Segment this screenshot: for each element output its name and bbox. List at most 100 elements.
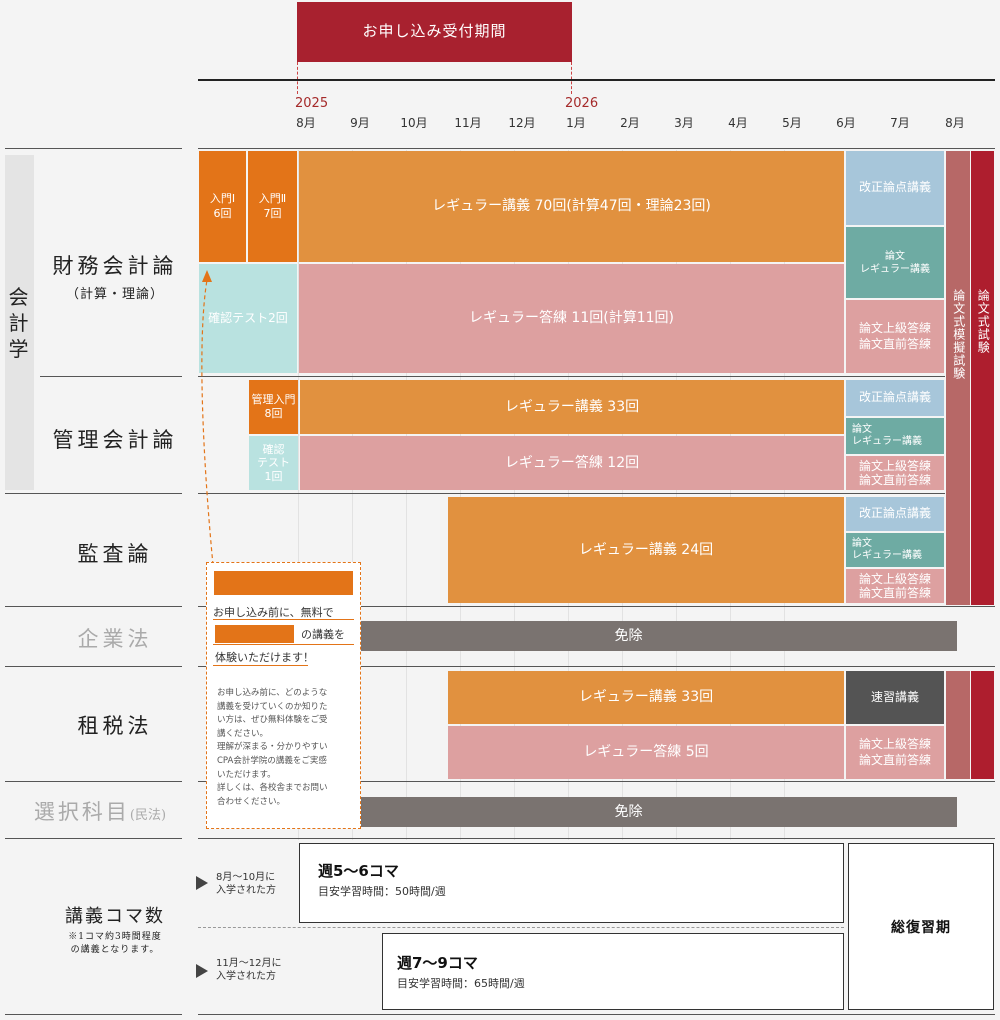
corp-exempt-bar: 免除	[300, 621, 957, 651]
subject-audit: 監査論	[77, 542, 153, 566]
fin-intro2-block: 入門Ⅱ 7回	[248, 151, 297, 262]
row-divider	[198, 148, 995, 149]
group1-period-line2: 入学された方	[216, 885, 276, 896]
fin-essay-adv-line2: 論文直前答練	[858, 336, 931, 351]
fin-intro2-line1: 入門Ⅱ	[258, 192, 287, 206]
row-divider	[5, 606, 182, 607]
review-period-box: 総復習期	[848, 843, 994, 1010]
row-divider	[198, 1014, 995, 1015]
month-label: 12月	[508, 116, 536, 130]
group2-title: 週7〜9コマ	[397, 954, 478, 972]
audit-revision-label: 改正論点講義	[858, 506, 931, 521]
mgmt-essay-reg-block: 論文 レギュラー講義	[846, 418, 944, 454]
group1-hours: 目安学習時間：50時間/週	[318, 885, 446, 898]
tax-speed-label: 速習講義	[870, 689, 919, 704]
period-marker-left	[297, 62, 298, 94]
popup-divider	[213, 644, 354, 645]
elective-exempt-bar: 免除	[300, 797, 957, 827]
audit-essay-adv-line2: 論文直前答練	[858, 586, 931, 600]
popup-body-line: 理解が深まる・分かりやすい	[217, 742, 328, 753]
month-label: 2月	[620, 116, 640, 130]
free-trial-popup: お申し込み前に、無料で の講義を 体験いただけます！ お申し込み前に、どのような…	[206, 562, 361, 829]
subject-corporate: 企業法	[77, 627, 153, 651]
row-divider	[5, 493, 182, 494]
popup-body-line: いただけます。	[217, 769, 276, 780]
audit-lecture-label: レギュラー講義 24回	[578, 541, 714, 558]
subject-elective-sub: (民法)	[129, 808, 167, 823]
audit-essay-reg-line1: 論文	[852, 538, 872, 549]
group1-arrow-icon	[196, 876, 208, 890]
month-label: 3月	[674, 116, 694, 130]
popup-highlight-inline	[215, 625, 294, 643]
popup-arrow	[201, 270, 214, 566]
row-divider	[198, 838, 995, 839]
mgmt-revision-block: 改正論点講義	[846, 380, 944, 416]
lecture-count-note-1: ※1コマ約3時間程度	[68, 932, 162, 942]
fin-revision-label: 改正論点講義	[858, 180, 931, 195]
popup-line3: 体験いただけます！	[215, 651, 314, 664]
mock-exam-label: 論文式模擬試験	[951, 289, 966, 380]
group2-hours: 目安学習時間：65時間/週	[397, 977, 525, 990]
audit-essay-reg-block: 論文 レギュラー講義	[846, 533, 944, 567]
group1-title: 週5〜6コマ	[318, 862, 399, 880]
month-label: 11月	[454, 116, 482, 130]
popup-line2: の講義を	[301, 628, 345, 641]
popup-divider	[213, 665, 308, 666]
popup-body-line: 講ください。	[217, 728, 269, 739]
mgmt-intro-block: 管理入門 8回	[249, 380, 298, 434]
mgmt-essay-reg-line2: レギュラー講義	[852, 436, 922, 447]
year-2025: 2025	[295, 96, 329, 111]
fin-intro2-line2: 7回	[263, 206, 282, 220]
month-label: 5月	[782, 116, 802, 130]
mock-exam-column: 論文式模擬試験	[946, 151, 970, 605]
mgmt-revision-label: 改正論点講義	[858, 390, 931, 405]
subject-elective-name: 選択科目	[33, 800, 130, 824]
row-divider	[5, 1014, 182, 1015]
mgmt-essay-adv-line1: 論文上級答練	[858, 458, 931, 473]
popup-body-line: い方は、ぜひ無料体験をご受	[217, 715, 328, 726]
fin-revision-block: 改正論点講義	[846, 151, 944, 225]
corp-exempt-label: 免除	[614, 627, 643, 644]
subject-financial-sub: （計算・理論）	[65, 287, 164, 302]
tax-answer-block: レギュラー答練 5回	[448, 726, 844, 779]
fin-intro1-line2: 6回	[213, 206, 232, 220]
mgmt-intro-line2: 8回	[264, 407, 283, 420]
audit-essay-adv-line1: 論文上級答練	[858, 571, 931, 586]
row-divider	[40, 376, 182, 377]
fin-essay-reg-block: 論文 レギュラー講義	[846, 227, 944, 298]
application-period-label: お申し込み受付期間	[362, 22, 507, 41]
year-2026: 2026	[565, 96, 599, 111]
group2-period: 11月〜12月に 入学された方	[216, 957, 281, 983]
popup-body-line: 合わせください。	[217, 796, 286, 807]
row-divider	[5, 838, 182, 839]
month-label: 8月	[945, 116, 965, 130]
tax-lecture-label: レギュラー講義 33回	[578, 689, 714, 706]
tax-essay-adv-line2: 論文直前答練	[858, 752, 931, 767]
month-label: 9月	[350, 116, 370, 130]
month-label: 7月	[890, 116, 910, 130]
lecture-count-note-2: の講義となります。	[70, 945, 160, 955]
mgmt-lecture-label: レギュラー講義 33回	[504, 398, 640, 415]
mgmt-essay-adv-block: 論文上級答練 論文直前答練	[846, 456, 944, 490]
audit-essay-adv-block: 論文上級答練 論文直前答練	[846, 569, 944, 603]
audit-revision-block: 改正論点講義	[846, 497, 944, 531]
tax-answer-label: レギュラー答練 5回	[583, 744, 709, 761]
audit-lecture-block: レギュラー講義 24回	[448, 497, 844, 603]
category-accounting-label: 会計学	[8, 284, 31, 361]
tax-essay-adv-line1: 論文上級答練	[858, 736, 931, 751]
fin-essay-adv-block: 論文上級答練 論文直前答練	[846, 300, 944, 373]
mgmt-answer-label: レギュラー答練 12回	[504, 454, 640, 471]
month-label: 10月	[400, 116, 428, 130]
subject-management: 管理会計論	[52, 428, 178, 452]
popup-body-line: 詳しくは、各校舎までお問い	[217, 783, 328, 794]
essay-exam-column: 論文式試験	[971, 151, 994, 605]
row-divider	[5, 666, 182, 667]
elective-exempt-label: 免除	[614, 803, 643, 820]
popup-body-line: お申し込み前に、どのような	[217, 688, 328, 698]
fin-essay-reg-line1: 論文	[885, 250, 905, 262]
mgmt-check-line1: 確認	[262, 443, 285, 457]
mgmt-essay-adv-line2: 論文直前答練	[858, 473, 931, 487]
mgmt-essay-reg-line1: 論文	[852, 424, 872, 435]
row-divider	[5, 781, 182, 782]
mgmt-check-block: 確認 テスト 1回	[249, 436, 298, 490]
